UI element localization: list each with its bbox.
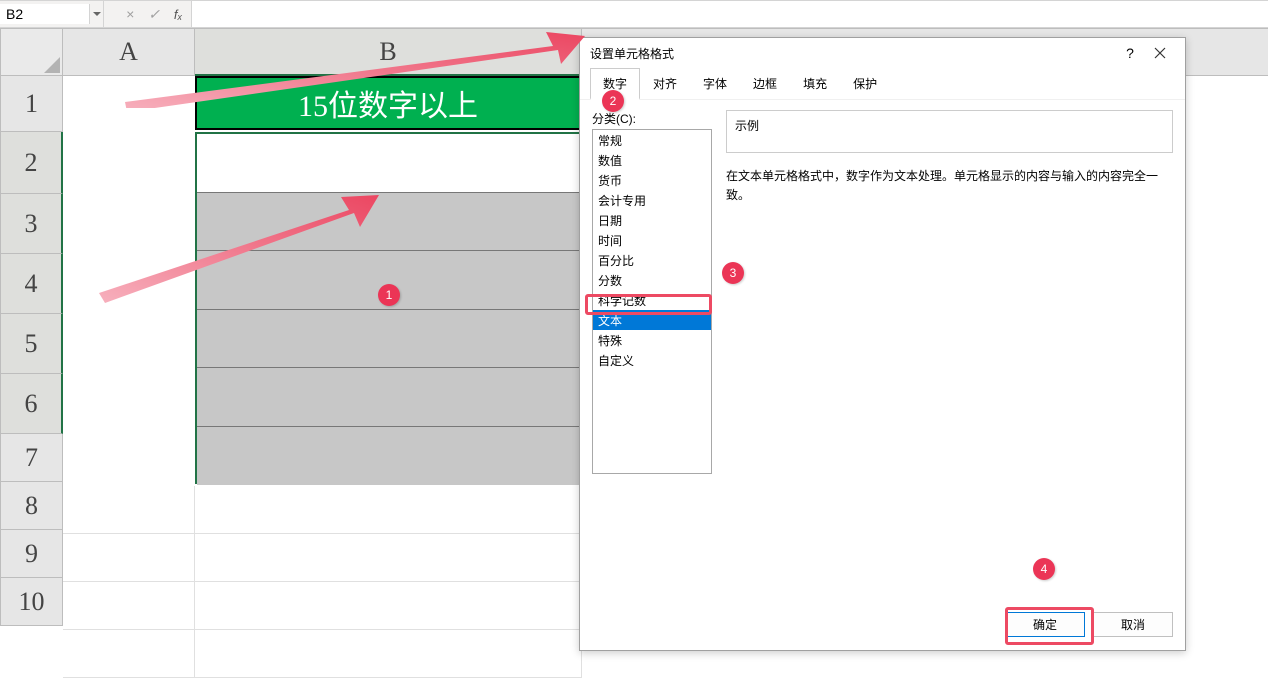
row-header[interactable]: 3 <box>0 194 63 254</box>
row-header[interactable]: 4 <box>0 254 63 314</box>
row-header[interactable]: 9 <box>0 530 63 578</box>
category-item[interactable]: 日期 <box>593 210 711 230</box>
formula-cancel-icon[interactable]: × <box>126 6 134 22</box>
row-header[interactable]: 10 <box>0 578 63 626</box>
tab-font[interactable]: 字体 <box>690 68 740 99</box>
cell-B1[interactable]: 15位数字以上 <box>195 76 581 130</box>
category-item[interactable]: 百分比 <box>593 250 711 270</box>
name-box-dropdown[interactable] <box>90 1 104 27</box>
category-item[interactable]: 特殊 <box>593 330 711 350</box>
tab-protection[interactable]: 保护 <box>840 68 890 99</box>
category-item[interactable]: 科学记数 <box>593 290 711 310</box>
category-item[interactable]: 时间 <box>593 230 711 250</box>
cell[interactable] <box>197 427 579 486</box>
cell[interactable] <box>197 310 579 369</box>
select-all-corner[interactable] <box>0 28 63 76</box>
category-item[interactable]: 自定义 <box>593 350 711 370</box>
cell[interactable] <box>195 582 582 630</box>
col-header-B[interactable]: B <box>195 28 582 76</box>
cell[interactable] <box>195 534 582 582</box>
category-item[interactable]: 常规 <box>593 130 711 150</box>
cell[interactable] <box>195 486 582 534</box>
close-button[interactable] <box>1145 47 1175 59</box>
cell[interactable] <box>197 134 579 193</box>
cell[interactable] <box>195 630 582 678</box>
name-box[interactable] <box>0 4 90 24</box>
formula-bar: × ✓ fₓ <box>0 0 1268 28</box>
selected-range[interactable] <box>195 132 581 484</box>
tab-number[interactable]: 数字 <box>590 68 640 100</box>
cancel-button[interactable]: 取消 <box>1093 612 1173 637</box>
sample-label: 示例 <box>735 117 1164 134</box>
cell[interactable] <box>63 582 195 630</box>
category-item[interactable]: 货币 <box>593 170 711 190</box>
col-header-A[interactable]: A <box>63 28 195 76</box>
cell[interactable] <box>63 486 195 534</box>
formula-input[interactable] <box>192 1 1268 27</box>
formula-confirm-icon[interactable]: ✓ <box>148 6 160 23</box>
cell[interactable] <box>197 368 579 427</box>
insert-function-icon[interactable]: fₓ <box>174 7 183 22</box>
tab-alignment[interactable]: 对齐 <box>640 68 690 99</box>
row-headers: 1 2 3 4 5 6 7 8 9 10 <box>0 76 63 626</box>
category-label: 分类(C): <box>592 110 712 127</box>
dialog-title: 设置单元格格式 <box>590 45 1115 62</box>
category-item[interactable]: 会计专用 <box>593 190 711 210</box>
dialog-tabs: 数字 对齐 字体 边框 填充 保护 <box>580 68 1185 100</box>
category-item[interactable]: 文本 <box>593 310 711 330</box>
tab-fill[interactable]: 填充 <box>790 68 840 99</box>
category-item[interactable]: 数值 <box>593 150 711 170</box>
format-description: 在文本单元格格式中，数字作为文本处理。单元格显示的内容与输入的内容完全一致。 <box>726 167 1173 205</box>
close-icon <box>1154 47 1166 59</box>
row-header[interactable]: 8 <box>0 482 63 530</box>
cell[interactable] <box>63 630 195 678</box>
row-header[interactable]: 6 <box>0 374 63 434</box>
ok-button[interactable]: 确定 <box>1005 612 1085 637</box>
tab-border[interactable]: 边框 <box>740 68 790 99</box>
cell[interactable] <box>63 534 195 582</box>
category-list[interactable]: 常规 数值 货币 会计专用 日期 时间 百分比 分数 科学记数 文本 特殊 自定… <box>592 129 712 474</box>
format-cells-dialog: 设置单元格格式 ? 数字 对齐 字体 边框 填充 保护 分类(C): 常规 数值… <box>579 37 1186 651</box>
row-header[interactable]: 2 <box>0 132 63 194</box>
category-item[interactable]: 分数 <box>593 270 711 290</box>
cell[interactable] <box>197 193 579 252</box>
cell[interactable] <box>197 251 579 310</box>
row-header[interactable]: 7 <box>0 434 63 482</box>
row-header[interactable]: 5 <box>0 314 63 374</box>
help-button[interactable]: ? <box>1115 45 1145 61</box>
row-header[interactable]: 1 <box>0 76 63 132</box>
